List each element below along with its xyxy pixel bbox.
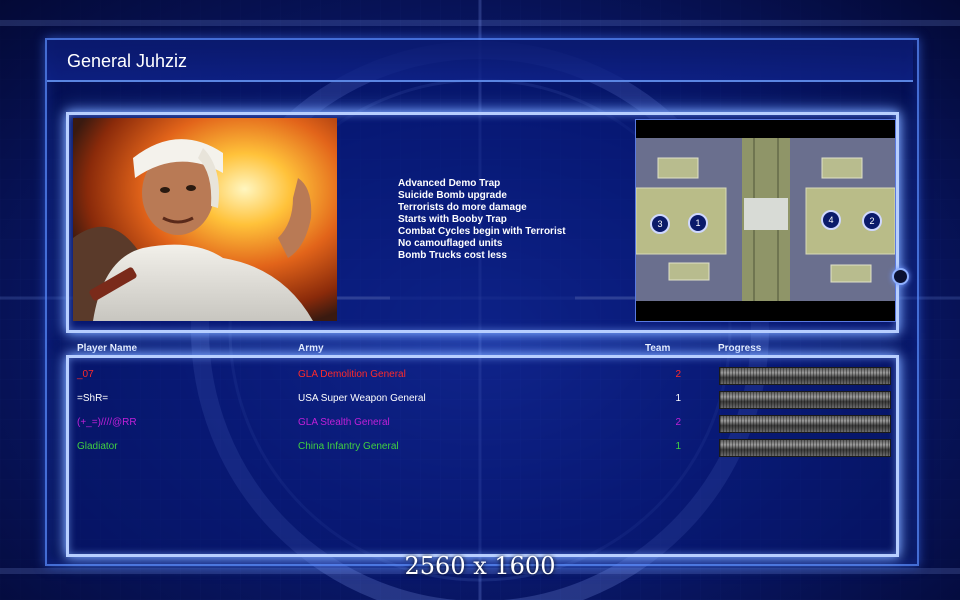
player-team: 1: [675, 393, 681, 404]
player-row: _07 GLA Demolition General 2: [69, 366, 896, 386]
feature-item: Combat Cycles begin with Terrorist: [398, 226, 566, 237]
player-name: _07: [77, 369, 94, 380]
player-team: 1: [675, 441, 681, 452]
player-progress-bar: [719, 391, 891, 409]
general-info-panel: Advanced Demo Trap Suicide Bomb upgrade …: [66, 112, 899, 333]
feature-item: Terrorists do more damage: [398, 202, 527, 213]
start-position-marker-3[interactable]: 3: [650, 214, 670, 234]
player-army: China Infantry General: [298, 441, 399, 452]
feature-item: Bomb Trucks cost less: [398, 250, 507, 261]
start-position-marker-1[interactable]: 1: [688, 213, 708, 233]
player-row: (+_=)////@RR GLA Stealth General 2: [69, 414, 896, 434]
title-bar: General Juhziz: [47, 40, 913, 82]
side-knob-icon[interactable]: [892, 268, 909, 285]
player-name: =ShR=: [77, 393, 109, 404]
feature-item: Starts with Booby Trap: [398, 214, 507, 225]
player-army: GLA Demolition General: [298, 369, 406, 380]
start-position-marker-2[interactable]: 2: [862, 211, 882, 231]
player-team: 2: [675, 417, 681, 428]
players-list: _07 GLA Demolition General 2 =ShR= USA S…: [66, 355, 899, 557]
resolution-label: 2560 x 1600: [404, 552, 556, 580]
player-army: USA Super Weapon General: [298, 393, 426, 404]
score-screen: General Juhziz Advanced Demo Trap Suicid…: [0, 0, 960, 600]
player-progress-bar: [719, 367, 891, 385]
player-row: Gladiator China Infantry General 1: [69, 438, 896, 458]
player-army: GLA Stealth General: [298, 417, 390, 428]
start-position-marker-4[interactable]: 4: [821, 210, 841, 230]
column-header-player-name: Player Name: [77, 343, 138, 354]
player-progress-bar: [719, 439, 891, 457]
minimap: 3 1 4 2: [635, 119, 896, 322]
general-features-list: Advanced Demo Trap Suicide Bomb upgrade …: [398, 178, 566, 262]
page-title: General Juhziz: [67, 51, 188, 71]
general-portrait: [73, 118, 337, 321]
column-header-team: Team: [645, 343, 671, 354]
player-row: =ShR= USA Super Weapon General 1: [69, 390, 896, 410]
player-progress-bar: [719, 415, 891, 433]
player-team: 2: [675, 369, 681, 380]
player-name: (+_=)////@RR: [77, 417, 137, 428]
column-header-progress: Progress: [718, 343, 762, 354]
feature-item: Advanced Demo Trap: [398, 178, 501, 189]
feature-item: No camouflaged units: [398, 238, 503, 249]
player-name: Gladiator: [77, 441, 118, 452]
column-header-army: Army: [298, 343, 324, 354]
feature-item: Suicide Bomb upgrade: [398, 190, 507, 201]
